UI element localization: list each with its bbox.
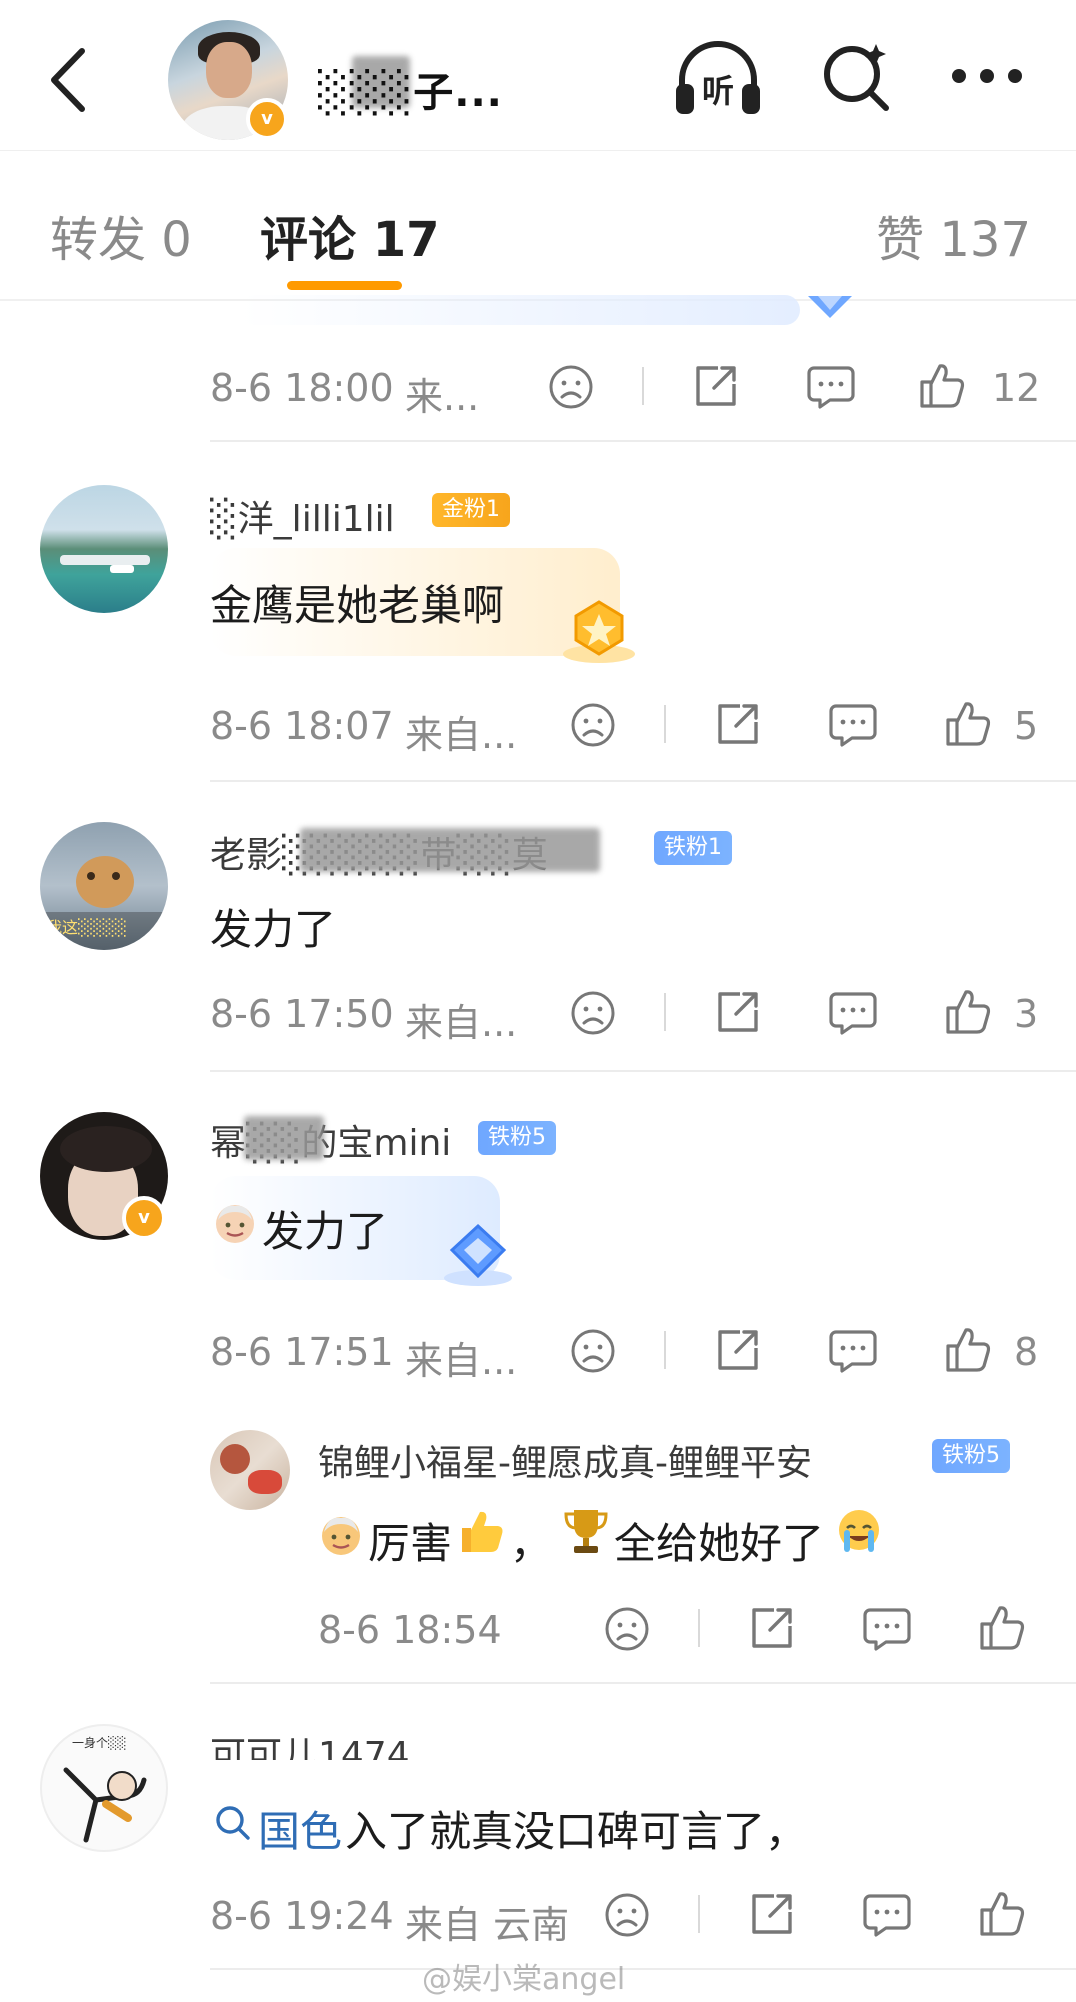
comment-text: 发力了 — [262, 1207, 389, 1256]
action-separator — [664, 705, 666, 743]
avatar[interactable]: 一身个░░ — [40, 1724, 168, 1852]
thumbs-up-icon[interactable] — [944, 698, 992, 748]
row-divider — [210, 1682, 1076, 1684]
share-icon[interactable] — [748, 1604, 796, 1652]
comment-time: 8-6 17:50 — [210, 992, 394, 1036]
row-divider — [210, 440, 1076, 442]
comment-text: 厉害 — [368, 1519, 453, 1568]
action-separator — [698, 1609, 700, 1647]
fan-level-badge: 金粉1 — [432, 493, 510, 527]
thumbs-up-icon[interactable] — [944, 986, 992, 1036]
sad-face-icon[interactable] — [570, 702, 616, 748]
thumbs-up-icon[interactable] — [978, 1888, 1026, 1938]
watermark: @娱小棠angel — [422, 1962, 626, 1997]
top-bar — [0, 0, 1076, 150]
comment-source: 来自 云南 — [405, 1903, 570, 1947]
comment-time: 8-6 18:07 — [210, 704, 394, 748]
thumbs-up-icon[interactable] — [918, 360, 966, 410]
diamond-gem-icon — [438, 1222, 512, 1292]
tab-comments[interactable]: 评论 17 — [260, 200, 440, 270]
sad-face-icon[interactable] — [570, 990, 616, 1036]
avatar-caption: 一身个░░ — [72, 1736, 127, 1750]
comment-source: 来自... — [405, 1339, 518, 1383]
comment-time: 8-6 18:00 — [210, 366, 394, 410]
comment-icon[interactable] — [828, 990, 878, 1036]
name-mask — [300, 828, 600, 872]
thumbs-up-emoji-icon — [456, 1506, 506, 1560]
username[interactable]: ░洋_lilli1lil — [210, 490, 395, 542]
tab-likes[interactable]: 赞 137 — [876, 200, 1031, 270]
fan-level-badge: 铁粉1 — [654, 831, 732, 865]
verified-badge-icon: v — [246, 98, 288, 140]
comment-icon[interactable] — [828, 702, 878, 748]
tab-reposts[interactable]: 转发 0 — [50, 200, 192, 270]
comment-bubble-bg — [240, 295, 800, 325]
sad-face-icon[interactable] — [604, 1606, 650, 1652]
diamond-gem-icon — [800, 296, 860, 328]
like-count: 3 — [1014, 992, 1039, 1036]
comment-icon[interactable] — [806, 364, 856, 410]
comment-time: 8-6 19:24 — [210, 1894, 394, 1938]
comment-time: 8-6 17:51 — [210, 1330, 394, 1374]
search-icon[interactable] — [820, 40, 894, 114]
search-topic-link[interactable]: 国色 — [258, 1798, 342, 1859]
verified-badge-icon: v — [122, 1196, 166, 1240]
comment-source: 来自... — [405, 713, 518, 757]
action-separator — [664, 993, 666, 1031]
comment-icon[interactable] — [828, 1328, 878, 1374]
back-icon[interactable] — [48, 45, 88, 115]
fan-level-badge: 铁粉5 — [932, 1439, 1010, 1473]
share-icon[interactable] — [714, 700, 762, 748]
thumbs-up-icon[interactable] — [978, 1602, 1026, 1652]
username[interactable]: 锦鲤小福星-鲤愿成真-鲤鲤平安 — [318, 1434, 812, 1486]
share-icon[interactable] — [714, 988, 762, 1036]
crying-face-emoji-icon — [834, 1506, 884, 1560]
name-mask — [244, 1116, 324, 1160]
row-divider — [210, 780, 1076, 782]
active-tab-indicator — [287, 281, 402, 290]
action-separator — [698, 1895, 700, 1933]
comment-text: ， — [510, 1519, 553, 1568]
share-icon[interactable] — [714, 1326, 762, 1374]
row-divider — [210, 1070, 1076, 1072]
more-dots-icon[interactable] — [950, 66, 1024, 86]
row-divider — [210, 1968, 1076, 1970]
avatar-caption: 我这░░░░ — [46, 918, 128, 937]
like-count: 12 — [992, 366, 1041, 410]
username[interactable]: 可可儿1474 — [210, 1726, 410, 1760]
like-count: 5 — [1014, 704, 1039, 748]
author-name[interactable]: ░░░子... — [318, 60, 503, 118]
thumbs-up-icon[interactable] — [944, 1324, 992, 1374]
avatar[interactable]: 我这░░░░ — [40, 822, 168, 950]
comment-icon[interactable] — [862, 1606, 912, 1652]
sad-face-icon[interactable] — [570, 1328, 616, 1374]
comment-text: 金鹰是她老巢啊 — [210, 581, 505, 630]
like-count: 8 — [1014, 1330, 1039, 1374]
comment-source: 来... — [405, 375, 480, 419]
comment-text: 全给她好了 — [614, 1519, 825, 1568]
svg-text:听: 听 — [702, 72, 734, 110]
sad-face-icon[interactable] — [604, 1892, 650, 1938]
search-link-icon[interactable] — [214, 1804, 252, 1846]
avatar[interactable] — [210, 1430, 290, 1510]
headphones-icon[interactable]: 听 — [672, 40, 764, 118]
action-separator — [642, 367, 644, 405]
comment-time: 8-6 18:54 — [318, 1608, 502, 1652]
avatar[interactable] — [40, 485, 168, 613]
sad-face-icon[interactable] — [548, 364, 594, 410]
comment-icon[interactable] — [862, 1892, 912, 1938]
grandpa-emoji-icon — [318, 1512, 364, 1562]
comment-text: 发力了 — [210, 905, 337, 954]
share-icon[interactable] — [748, 1890, 796, 1938]
comment-source: 来自... — [405, 1001, 518, 1045]
share-icon[interactable] — [692, 362, 740, 410]
gold-badge-gem-icon — [560, 596, 635, 666]
fan-level-badge: 铁粉5 — [478, 1121, 556, 1155]
grandpa-emoji-icon — [212, 1200, 258, 1250]
trophy-emoji-icon — [562, 1506, 610, 1560]
comment-text: 入了就真没口碑可言了， — [345, 1807, 808, 1856]
action-separator — [664, 1331, 666, 1369]
